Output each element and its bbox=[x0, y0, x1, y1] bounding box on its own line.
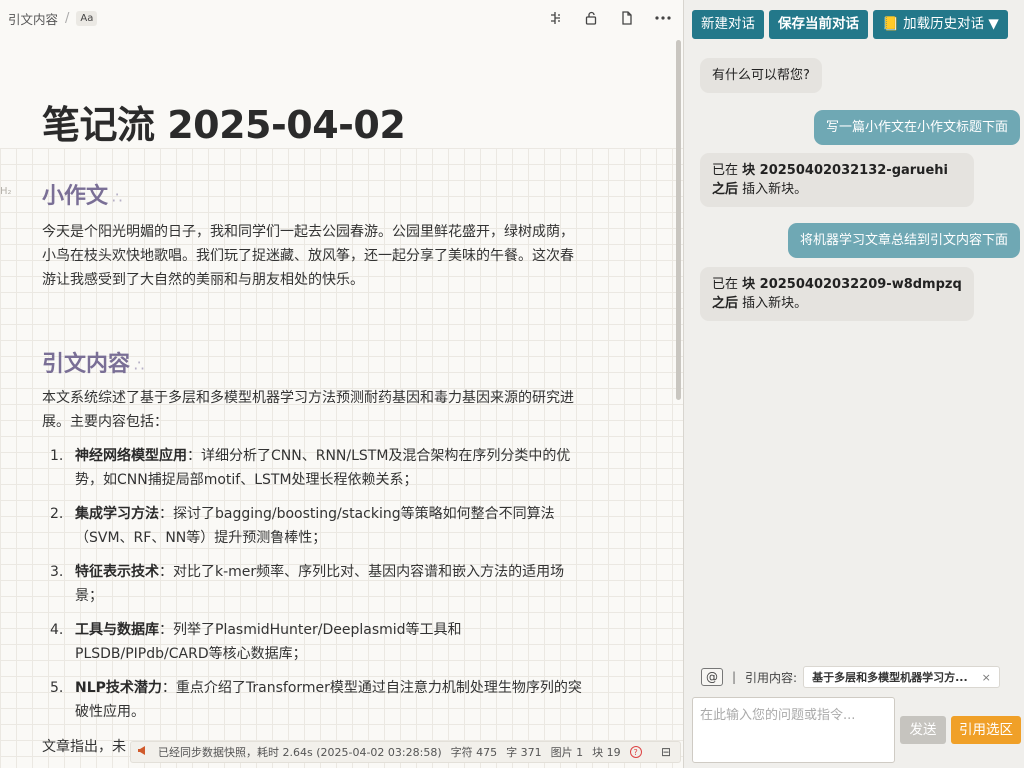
sync-status: 已经同步数据快照，耗时 2.64s (2025-04-02 03:28:58) bbox=[158, 746, 442, 759]
message-suffix: 插入新块。 bbox=[738, 182, 808, 197]
megaphone-icon bbox=[137, 745, 149, 759]
trailing-paragraph[interactable]: 文章指出，未 bbox=[42, 736, 126, 756]
list-term: NLP技术潜力 bbox=[75, 680, 162, 696]
list-number: 3. bbox=[50, 564, 64, 580]
editor-toolbar bbox=[547, 10, 675, 26]
image-count: 图片 1 bbox=[550, 746, 584, 759]
save-chat-button[interactable]: 保存当前对话 bbox=[769, 10, 868, 39]
load-history-button[interactable]: 📒 加载历史对话 ▼ bbox=[873, 10, 1008, 39]
ai-message: 已在 块 20250402032209-w8dmpzq 之后 插入新块。 bbox=[700, 267, 974, 321]
chat-toolbar: 新建对话 保存当前对话 📒 加载历史对话 ▼ bbox=[692, 10, 1008, 39]
ai-message: 有什么可以帮您? bbox=[700, 58, 822, 93]
editor-pane: 引文内容 / Aa 笔记流 2025-04-02 H₂ 小作文 ∴ 今天是个阳光明… bbox=[0, 0, 683, 768]
list-number: 5. bbox=[50, 680, 64, 696]
list-term: 集成学习方法 bbox=[75, 506, 159, 522]
document-area: 笔记流 2025-04-02 H₂ 小作文 ∴ 今天是个阳光明媚的日子，我和同学们… bbox=[0, 36, 683, 768]
section-heading-citation-text: 引文内容 bbox=[42, 352, 131, 377]
word-count: 字 371 bbox=[506, 746, 542, 759]
essay-paragraph[interactable]: 今天是个阳光明媚的日子，我和同学们一起去公园春游。公园里鲜花盛开，绿树成荫，小鸟… bbox=[42, 220, 582, 292]
citation-list: 1. 神经网络模型应用：详细分析了CNN、RNN/LSTM及混合架构在序列分类中… bbox=[42, 444, 587, 734]
mention-button[interactable]: @ bbox=[701, 668, 723, 686]
message-prefix: 已在 bbox=[712, 163, 743, 178]
editor-scrollbar[interactable] bbox=[676, 40, 681, 400]
status-bar: 已经同步数据快照，耗时 2.64s (2025-04-02 03:28:58) … bbox=[130, 741, 681, 763]
list-item[interactable]: 2. 集成学习方法：探讨了bagging/boosting/stacking等策… bbox=[42, 502, 587, 550]
heading-dots-icon: ∴ bbox=[134, 356, 145, 375]
heading-level-marker[interactable]: H₂ bbox=[0, 186, 12, 197]
close-icon[interactable]: × bbox=[982, 671, 991, 684]
list-number: 4. bbox=[50, 622, 64, 638]
reference-chip-text: 基于多层和多模型机器学习方... bbox=[812, 671, 968, 684]
section-heading-essay-text: 小作文 bbox=[42, 184, 109, 209]
list-term: 工具与数据库 bbox=[75, 622, 159, 638]
cite-selection-button[interactable]: 引用选区 bbox=[951, 716, 1021, 744]
list-number: 2. bbox=[50, 506, 64, 522]
breadcrumb[interactable]: 引文内容 bbox=[8, 9, 58, 28]
editor-topbar: 引文内容 / Aa bbox=[0, 0, 683, 36]
lock-icon[interactable] bbox=[583, 10, 599, 26]
list-term: 特征表示技术 bbox=[75, 564, 159, 580]
message-suffix: 插入新块。 bbox=[738, 296, 808, 311]
char-count: 字符 475 bbox=[450, 746, 498, 759]
ai-message: 已在 块 20250402032132-garuehi 之后 插入新块。 bbox=[700, 153, 974, 207]
heading-dots-icon: ∴ bbox=[112, 188, 123, 207]
document-icon[interactable] bbox=[619, 10, 635, 26]
block-count: 块 19 bbox=[592, 746, 621, 759]
user-message: 写一篇小作文在小作文标题下面 bbox=[813, 110, 1020, 145]
send-button[interactable]: 发送 bbox=[900, 716, 946, 744]
chat-input[interactable] bbox=[692, 697, 895, 763]
new-chat-button[interactable]: 新建对话 bbox=[692, 10, 764, 39]
list-item[interactable]: 3. 特征表示技术：对比了k-mer频率、序列比对、基因内容谱和嵌入方法的适用场… bbox=[42, 560, 587, 608]
reference-chip[interactable]: 基于多层和多模型机器学习方... × bbox=[803, 666, 1000, 688]
section-heading-citation[interactable]: 引文内容 ∴ bbox=[42, 346, 144, 378]
reference-row: @ | 引用内容: 基于多层和多模型机器学习方... × bbox=[701, 666, 1000, 688]
font-style-toggle[interactable]: Aa bbox=[76, 10, 98, 26]
section-heading-essay[interactable]: 小作文 ∴ bbox=[42, 178, 122, 210]
reference-separator: | bbox=[732, 670, 737, 684]
list-item[interactable]: 1. 神经网络模型应用：详细分析了CNN、RNN/LSTM及混合架构在序列分类中… bbox=[42, 444, 587, 492]
list-item[interactable]: 5. NLP技术潜力：重点介绍了Transformer模型通过自注意力机制处理生… bbox=[42, 676, 587, 724]
outline-icon[interactable] bbox=[547, 10, 563, 26]
breadcrumb-separator: / bbox=[65, 10, 70, 26]
page-title[interactable]: 笔记流 2025-04-02 bbox=[42, 94, 406, 149]
citation-intro[interactable]: 本文系统综述了基于多层和多模型机器学习方法预测耐药基因和毒力基因来源的研究进展。… bbox=[42, 386, 577, 434]
list-number: 1. bbox=[50, 448, 64, 464]
help-icon[interactable]: ? bbox=[629, 746, 642, 758]
message-prefix: 已在 bbox=[712, 277, 743, 292]
expand-icon[interactable]: ⊟ bbox=[661, 745, 671, 759]
list-item[interactable]: 4. 工具与数据库：列举了PlasmidHunter/Deeplasmid等工具… bbox=[42, 618, 587, 666]
list-term: 神经网络模型应用 bbox=[75, 448, 187, 464]
chat-pane: 新建对话 保存当前对话 📒 加载历史对话 ▼ 有什么可以帮您? 写一篇小作文在小… bbox=[683, 0, 1024, 768]
reference-label: 引用内容: bbox=[745, 670, 798, 685]
more-icon[interactable] bbox=[655, 10, 671, 26]
user-message: 将机器学习文章总结到引文内容下面 bbox=[787, 223, 1020, 258]
